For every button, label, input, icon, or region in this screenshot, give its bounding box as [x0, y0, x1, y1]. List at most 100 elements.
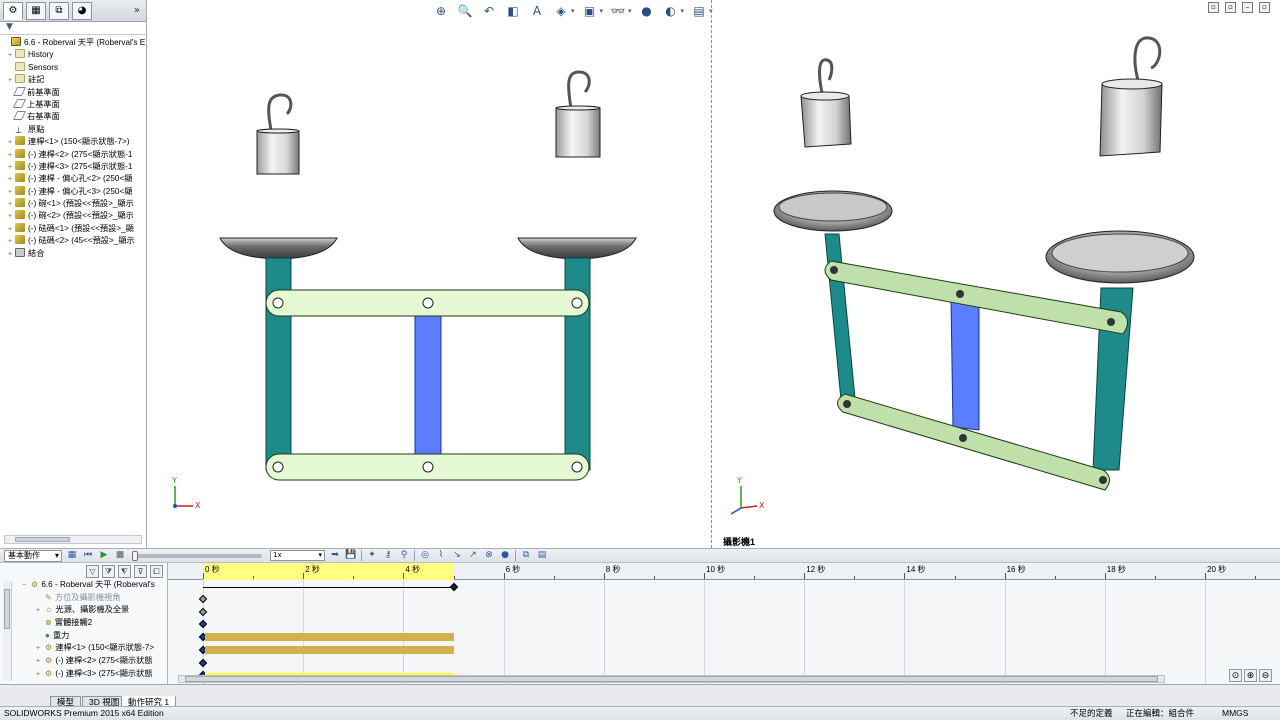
tile-viewport-icon[interactable]: ▫ [1225, 2, 1236, 13]
edit-appearance-icon[interactable]: ● [638, 3, 656, 19]
save-animation-icon[interactable]: 💾 [345, 550, 357, 561]
view-orientation-icon[interactable]: ◈ [552, 3, 570, 19]
dropdown-caret-icon[interactable]: ▾ [600, 7, 604, 15]
tree-expander-icon[interactable]: + [6, 162, 14, 173]
timeline-bar[interactable] [205, 645, 454, 654]
stop-icon[interactable]: ■ [114, 550, 126, 561]
motion-tree-expander-icon[interactable]: + [34, 605, 42, 617]
tree-item[interactable]: Sensors [0, 61, 146, 74]
playback-speed-select[interactable]: 1x [270, 550, 325, 561]
zoom-to-fit-timeline-icon[interactable]: ⊙ [1229, 669, 1242, 682]
tree-item[interactable]: + (-) 連桿 - 偏心孔<3> (250<顯 [0, 185, 146, 198]
tree-expander-icon[interactable]: + [6, 249, 14, 260]
tree-item[interactable]: + (-) 連桿<2> (275<顯示狀態-1 [0, 148, 146, 161]
timeline-scrollbar[interactable] [178, 675, 1165, 683]
tree-expander-icon[interactable]: + [6, 75, 14, 86]
time-ruler[interactable]: 0 秒 2 秒 4 秒 6 秒 8 秒 10 秒 12 秒 14 秒 16 秒 18 秒 20 秒 [168, 563, 1280, 580]
motion-tree-item[interactable]: ● 重力 [0, 630, 167, 643]
motion-tree-expander-icon[interactable]: − [20, 580, 28, 592]
expand-panel-icon[interactable]: » [134, 5, 140, 16]
restore-viewport-icon[interactable]: ▫ [1208, 2, 1219, 13]
tree-expander-icon[interactable]: + [6, 187, 14, 198]
apply-scene-icon[interactable]: ◐ [662, 3, 680, 19]
time-key[interactable] [198, 594, 208, 604]
filter-driving-icon[interactable]: ⧩ [102, 564, 115, 578]
section-view-icon[interactable]: ◧ [504, 3, 522, 19]
tree-item[interactable]: + History [0, 49, 146, 61]
motion-tree-expander-icon[interactable]: + [34, 656, 42, 668]
filter-icon[interactable]: ▼ [6, 22, 13, 32]
tree-horizontal-scrollbar[interactable] [4, 535, 142, 544]
zoom-to-fit-icon[interactable]: ⊕ [432, 3, 450, 19]
dynamic-annotation-icon[interactable]: A [528, 3, 546, 19]
animation-wizard-icon[interactable]: ✦ [366, 550, 378, 561]
playback-slider[interactable] [132, 550, 262, 561]
zoom-out-timeline-icon[interactable]: ⊖ [1259, 669, 1272, 682]
force-icon[interactable]: ↗ [467, 550, 479, 561]
tree-expander-icon[interactable]: + [6, 150, 14, 161]
tree-item[interactable]: + 結合 [0, 247, 146, 260]
calculate-icon[interactable]: ▦ [66, 550, 78, 561]
tree-item[interactable]: + (-) 碗<2> (預設<<預設>_顯示 [0, 210, 146, 222]
motion-tree-item[interactable]: + ⚙ 連桿<1> (150<顯示狀態-7> [0, 642, 167, 655]
display-manager-tab-icon[interactable]: ◕ [72, 1, 92, 20]
tree-item[interactable]: + (-) 砝碼<2> (45<<預設>_顯示 [0, 235, 146, 247]
motion-tree-expander-icon[interactable]: + [34, 643, 42, 655]
filter-results-icon[interactable]: ⊽ [134, 564, 147, 578]
tree-item[interactable]: 前基準面 [0, 86, 146, 99]
playback-mode-icon[interactable]: ➡ [329, 550, 341, 561]
view-settings-icon[interactable]: ▤ [690, 3, 708, 19]
tree-item[interactable]: 右基準面 [0, 111, 146, 123]
graphics-viewport-isometric[interactable]: ▫ ▫ – ▫ X Y 攝影機1 [713, 0, 1280, 548]
time-key[interactable] [198, 607, 208, 616]
configuration-manager-tab-icon[interactable]: ⧉ [49, 1, 69, 20]
hide-show-items-icon[interactable]: 👓 [609, 3, 627, 19]
graphics-viewport-front[interactable]: X Y ⊕ 🔍 ↶ ◧ A ◈ ▾ ▣ ▾ 👓 ▾ ● ◐ ▾ ▤ ▾ [147, 0, 713, 548]
tree-item[interactable]: 上基準面 [0, 98, 146, 111]
motion-tree-expander-icon[interactable]: + [34, 669, 42, 681]
tree-filter[interactable]: ▼ [0, 22, 146, 35]
time-key[interactable] [198, 620, 208, 629]
autokey-icon[interactable]: ⚷ [382, 550, 394, 561]
tree-item[interactable]: ⊥ 原點 [0, 124, 146, 136]
zoom-to-area-icon[interactable]: 🔍 [456, 3, 474, 19]
tree-expander-icon[interactable]: + [6, 137, 14, 148]
time-key[interactable] [198, 658, 208, 667]
gravity-icon[interactable]: ● [499, 550, 511, 561]
tree-expander-icon[interactable]: + [6, 50, 14, 61]
add-update-key-icon[interactable]: ⚲ [398, 550, 410, 561]
tree-expander-icon[interactable]: + [6, 236, 14, 247]
dropdown-caret-icon[interactable]: ▾ [571, 7, 575, 15]
dropdown-caret-icon[interactable]: ▾ [681, 7, 685, 15]
tree-expander-icon[interactable]: + [6, 174, 14, 185]
tree-item[interactable]: 6.6 - Roberval 天平 (Roberval's E [0, 37, 146, 49]
collapse-all-icon[interactable]: ⧠ [150, 564, 163, 578]
play-icon[interactable]: ▶ [98, 550, 110, 561]
damper-icon[interactable]: ↘ [451, 550, 463, 561]
motion-tree-scrollbar[interactable] [3, 581, 12, 681]
end-time-key[interactable] [449, 582, 458, 592]
display-style-icon[interactable]: ▣ [581, 3, 599, 19]
tree-item[interactable]: + (-) 連桿 - 偏心孔<2> (250<顯 [0, 173, 146, 185]
dropdown-caret-icon[interactable]: ▾ [628, 7, 632, 15]
tree-item[interactable]: + (-) 砝碼<1> (預設<<預設>_顯 [0, 222, 146, 235]
filter-selected-icon[interactable]: ⧨ [118, 564, 131, 578]
tree-item[interactable]: + 連桿<1> (150<顯示狀態-7>) [0, 136, 146, 148]
results-plots-icon[interactable]: ⧉ [520, 550, 532, 561]
minimize-viewport-icon[interactable]: – [1242, 2, 1253, 13]
zoom-in-timeline-icon[interactable]: ⊕ [1244, 669, 1257, 682]
maximize-viewport-icon[interactable]: ▫ [1259, 2, 1270, 13]
property-manager-tab-icon[interactable]: ▦ [26, 1, 46, 20]
tree-item[interactable]: + 註記 [0, 74, 146, 86]
motion-tree-item[interactable]: ⊗ 實體接觸2 [0, 617, 167, 630]
filter-animated-icon[interactable]: ▽ [86, 564, 99, 578]
previous-view-icon[interactable]: ↶ [480, 3, 498, 19]
motor-icon[interactable]: ◎ [419, 550, 431, 561]
tree-expander-icon[interactable]: + [6, 199, 14, 210]
timeline-bar[interactable] [205, 633, 454, 642]
tree-expander-icon[interactable]: + [6, 224, 14, 235]
tree-item[interactable]: + (-) 碗<1> (預設<<預設>_顯示 [0, 198, 146, 210]
feature-manager-tab-icon[interactable]: ⚙ [3, 1, 23, 20]
motion-tree-item[interactable]: + ⚙ (-) 連桿<3> (275<顯示狀態 [0, 668, 167, 681]
motion-tree-item[interactable]: − ⚙ 6.6 - Roberval 天平 (Roberval's [0, 579, 167, 592]
